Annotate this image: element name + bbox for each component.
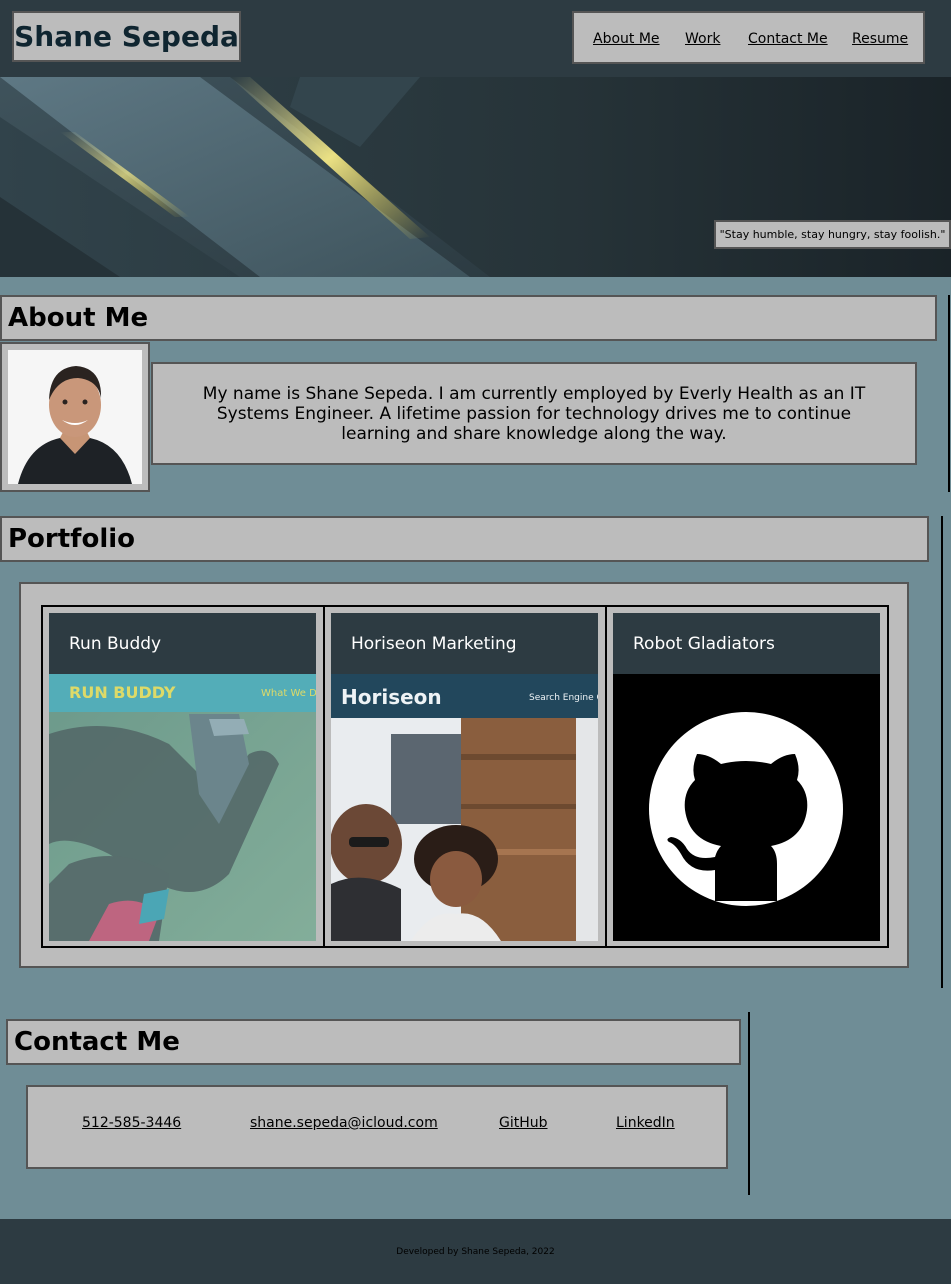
project-title: Horiseon Marketing — [331, 613, 598, 674]
portfolio-section-title: Portfolio — [0, 516, 929, 562]
about-bio: My name is Shane Sepeda. I am currently … — [151, 362, 917, 465]
horiseon-brand: Horiseon — [341, 685, 442, 709]
portfolio-title: Portfolio — [8, 524, 136, 554]
contact-phone-link[interactable]: 512-585-3446 — [82, 1115, 181, 1131]
project-title: Run Buddy — [49, 613, 316, 674]
project-screenshot-run-buddy[interactable]: RUN BUDDY What We Do — [49, 674, 316, 941]
brand-logo[interactable]: Shane Sepeda — [12, 11, 241, 62]
project-screenshot-robot-gladiators[interactable] — [613, 674, 880, 941]
about-section-title: About Me — [0, 295, 937, 341]
horiseon-nav: Search Engine Optimization — [529, 693, 598, 703]
about-title: About Me — [8, 303, 149, 333]
brand-name: Shane Sepeda — [14, 20, 239, 53]
nav-resume[interactable]: Resume — [852, 31, 908, 47]
contact-github-link[interactable]: GitHub — [499, 1115, 548, 1131]
site-footer: Developed by Shane Sepeda, 2022 — [0, 1219, 951, 1284]
footer-credit: Developed by Shane Sepeda, 2022 — [396, 1246, 555, 1257]
project-screenshot-horiseon[interactable]: Horiseon Search Engine Optimization — [331, 674, 598, 941]
project-card-run-buddy[interactable]: Run Buddy RUN BUDDY What We Do — [41, 605, 325, 948]
hero-banner: "Stay humble, stay hungry, stay foolish.… — [0, 77, 951, 277]
main-nav: About Me Work Contact Me Resume — [572, 11, 925, 64]
profile-photo — [8, 350, 142, 484]
hero-quote: "Stay humble, stay hungry, stay foolish.… — [714, 220, 951, 249]
project-card-horiseon[interactable]: Horiseon Marketing Horiseon Search Engin… — [323, 605, 607, 948]
project-title: Robot Gladiators — [613, 613, 880, 674]
contact-divider — [748, 1012, 750, 1195]
github-octocat-icon — [613, 674, 880, 941]
portfolio-divider — [941, 516, 943, 988]
portfolio-grid: Run Buddy RUN BUDDY What We Do — [19, 582, 909, 968]
contact-section-title: Contact Me — [6, 1019, 741, 1065]
profile-photo-frame — [0, 342, 150, 492]
about-divider — [948, 295, 950, 492]
project-card-robot-gladiators[interactable]: Robot Gladiators — [605, 605, 889, 948]
site-header: Shane Sepeda About Me Work Contact Me Re… — [0, 0, 951, 77]
contact-title: Contact Me — [14, 1027, 180, 1057]
nav-about-me[interactable]: About Me — [593, 31, 660, 47]
contact-linkedin-link[interactable]: LinkedIn — [616, 1115, 675, 1131]
nav-work[interactable]: Work — [685, 31, 720, 47]
nav-contact-me[interactable]: Contact Me — [748, 31, 828, 47]
contact-links: 512-585-3446 shane.sepeda@icloud.com Git… — [26, 1085, 728, 1169]
contact-email-link[interactable]: shane.sepeda@icloud.com — [250, 1115, 438, 1131]
